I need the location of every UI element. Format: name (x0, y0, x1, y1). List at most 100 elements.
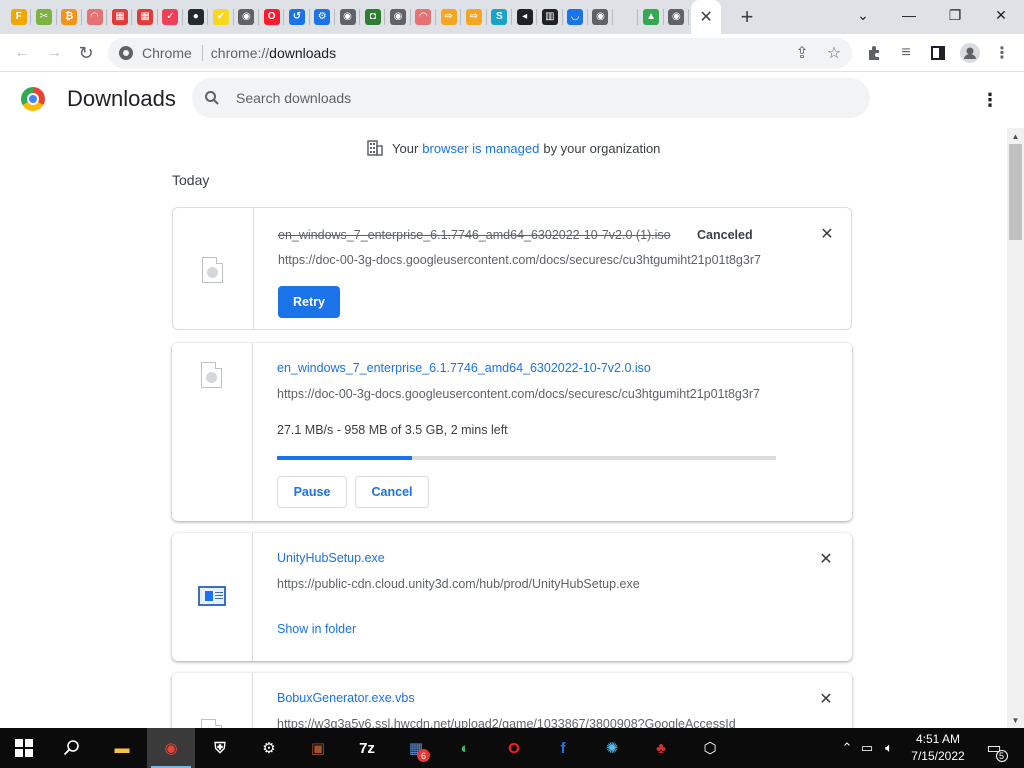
tab-active-downloads[interactable]: ✕ (691, 0, 722, 34)
remove-item-icon[interactable]: ✕ (816, 549, 836, 569)
tab-16[interactable]: ◠ (411, 0, 437, 34)
taskbar-app-badge[interactable]: ▦ 6 (392, 728, 440, 768)
taskbar-cherry-app[interactable]: ♣ (637, 728, 685, 768)
tab-15[interactable]: ◉ (385, 0, 412, 34)
address-bar[interactable]: Chrome chrome://downloads ⇪ ☆ (108, 38, 852, 68)
github-favicon: ● (187, 9, 204, 25)
url-text[interactable]: chrome://downloads (211, 45, 336, 61)
tab-1[interactable]: ✂ (31, 0, 57, 34)
download-url[interactable]: https://doc-00-3g-docs.googleusercontent… (278, 253, 772, 267)
bookmark-star-icon[interactable]: ☆ (820, 39, 848, 67)
forward-button[interactable]: → (40, 39, 68, 67)
tab-14[interactable]: ◘ (360, 0, 386, 34)
scroll-up-arrow[interactable]: ▲ (1007, 128, 1024, 144)
taskbar-file-explorer[interactable]: ▬ (98, 728, 146, 768)
tab-10[interactable]: O (259, 0, 285, 34)
close-window-button[interactable]: ✕ (978, 0, 1024, 30)
profile-avatar-icon[interactable] (956, 39, 984, 67)
tab-2[interactable]: ₿ (57, 0, 83, 34)
search-downloads-input[interactable] (236, 90, 836, 106)
tab-25[interactable]: ▲ (638, 0, 665, 34)
windows-taskbar: ▬ ◉ ⛨ ⚙ ▣ 7z ▦ 6 ◐ Of ✺ ♣ ⬡ ⌃ ▭ 🔈︎ 4:51 AM 7/15/2022… (0, 728, 1024, 768)
share-icon[interactable]: ⇪ (788, 39, 816, 67)
taskbar-winrar[interactable]: ▣ (294, 728, 342, 768)
taskbar-network-app[interactable]: ✺ (588, 728, 636, 768)
browser-toolbar: ← → ↻ Chrome chrome://downloads ⇪ ☆ ≡ ⋮ (0, 34, 1024, 72)
search-box[interactable] (192, 78, 870, 118)
network-icon[interactable]: ▭ (856, 740, 878, 756)
more-actions-icon[interactable]: ⋮ (978, 88, 1002, 112)
taskbar-unity[interactable]: ⬡ (686, 728, 734, 768)
minimize-button[interactable]: — (886, 0, 932, 30)
winrar-icon: ▣ (310, 740, 326, 757)
tab-4[interactable]: ▦ (107, 0, 133, 34)
notification-center-button[interactable]: ▭ 5 (972, 728, 1016, 768)
new-tab-button[interactable]: + (733, 3, 761, 31)
tab-22[interactable]: ◡ (563, 0, 589, 34)
tab-9[interactable]: ◉ (234, 0, 260, 34)
tab-13[interactable]: ◉ (335, 0, 361, 34)
show-in-folder-link[interactable]: Show in folder (277, 622, 356, 636)
scroll-down-arrow[interactable]: ▼ (1007, 712, 1024, 728)
omnibox-divider (201, 45, 203, 61)
page-scrollbar[interactable]: ▲ ▼ (1007, 128, 1024, 728)
taskbar-7zip[interactable]: 7z (343, 728, 391, 768)
tab-search-icon[interactable]: ⌄ (840, 0, 886, 30)
maximize-button[interactable]: ❐ (932, 0, 978, 30)
taskbar-edge[interactable]: ◐ (441, 728, 489, 768)
tab-0[interactable]: F (6, 0, 32, 34)
reload-button[interactable]: ↻ (72, 39, 100, 67)
tab-7[interactable]: ● (183, 0, 209, 34)
chrome-menu-icon[interactable]: ⋮ (988, 39, 1016, 67)
browser-managed-link[interactable]: browser is managed (422, 141, 539, 156)
remove-item-icon[interactable]: ✕ (816, 689, 836, 709)
tab-12[interactable]: ⚙ (310, 0, 336, 34)
close-tab-icon[interactable]: ✕ (698, 9, 714, 26)
tab-17[interactable]: ⇨ (436, 0, 462, 34)
media-queue-icon[interactable]: ≡ (892, 39, 920, 67)
remove-item-icon[interactable]: ✕ (817, 224, 837, 244)
taskbar-clock[interactable]: 4:51 AM 7/15/2022 (906, 731, 970, 765)
chrome-logo-icon (21, 87, 45, 111)
tab-8[interactable]: ✔ (208, 0, 234, 34)
start-button[interactable] (0, 728, 48, 768)
taskbar-facebook[interactable]: f (539, 728, 587, 768)
volume-icon[interactable]: 🔈︎ (878, 740, 900, 756)
cancel-button[interactable]: Cancel (355, 476, 429, 508)
tab-23[interactable]: ◉ (588, 0, 614, 34)
tab-21[interactable]: ▥ (537, 0, 563, 34)
iso-file-icon (201, 362, 222, 388)
site-info-chip[interactable]: Chrome (108, 45, 192, 61)
download-url[interactable]: https://public-cdn.cloud.unity3d.com/hub… (277, 577, 771, 591)
tab-5[interactable]: ▦ (132, 0, 159, 34)
tab-11[interactable]: ↺ (284, 0, 310, 34)
back-button[interactable]: ← (8, 39, 36, 67)
tab-26[interactable]: ◉ (664, 0, 690, 34)
taskbar-chrome[interactable]: ◉ (147, 728, 195, 768)
notification-count: 5 (995, 750, 1008, 762)
tray-overflow-chevron-icon[interactable]: ⌃ (838, 740, 856, 756)
retry-button[interactable]: Retry (278, 286, 340, 318)
tab-6[interactable]: ✓ (158, 0, 184, 34)
tab-24[interactable] (613, 0, 639, 34)
download-url[interactable]: https://doc-00-3g-docs.googleusercontent… (277, 387, 771, 401)
search-button[interactable] (48, 728, 96, 768)
taskbar-opera[interactable]: O (490, 728, 538, 768)
file-name-link[interactable]: UnityHubSetup.exe (277, 551, 385, 565)
chrome-chip-icon (119, 46, 133, 60)
side-panel-icon[interactable] (924, 39, 952, 67)
tab-20[interactable]: ◂ (512, 0, 538, 34)
taskbar-settings[interactable]: ⚙ (245, 728, 293, 768)
file-icon-column (173, 208, 254, 329)
tab-3[interactable]: ◠ (82, 0, 108, 34)
tab-19[interactable]: S (487, 0, 513, 34)
settings-icon: ⚙ (262, 740, 276, 757)
file-name-link[interactable]: en_windows_7_enterprise_6.1.7746_amd64_6… (277, 361, 651, 375)
pause-button[interactable]: Pause (277, 476, 347, 508)
tab-18[interactable]: ⇨ (461, 0, 487, 34)
scroll-thumb[interactable] (1009, 144, 1022, 240)
security-icon: ⛨ (214, 739, 226, 757)
file-name-link[interactable]: BobuxGenerator.exe.vbs (277, 691, 415, 705)
taskbar-security[interactable]: ⛨ (196, 728, 244, 768)
extensions-puzzle-icon[interactable] (860, 39, 888, 67)
